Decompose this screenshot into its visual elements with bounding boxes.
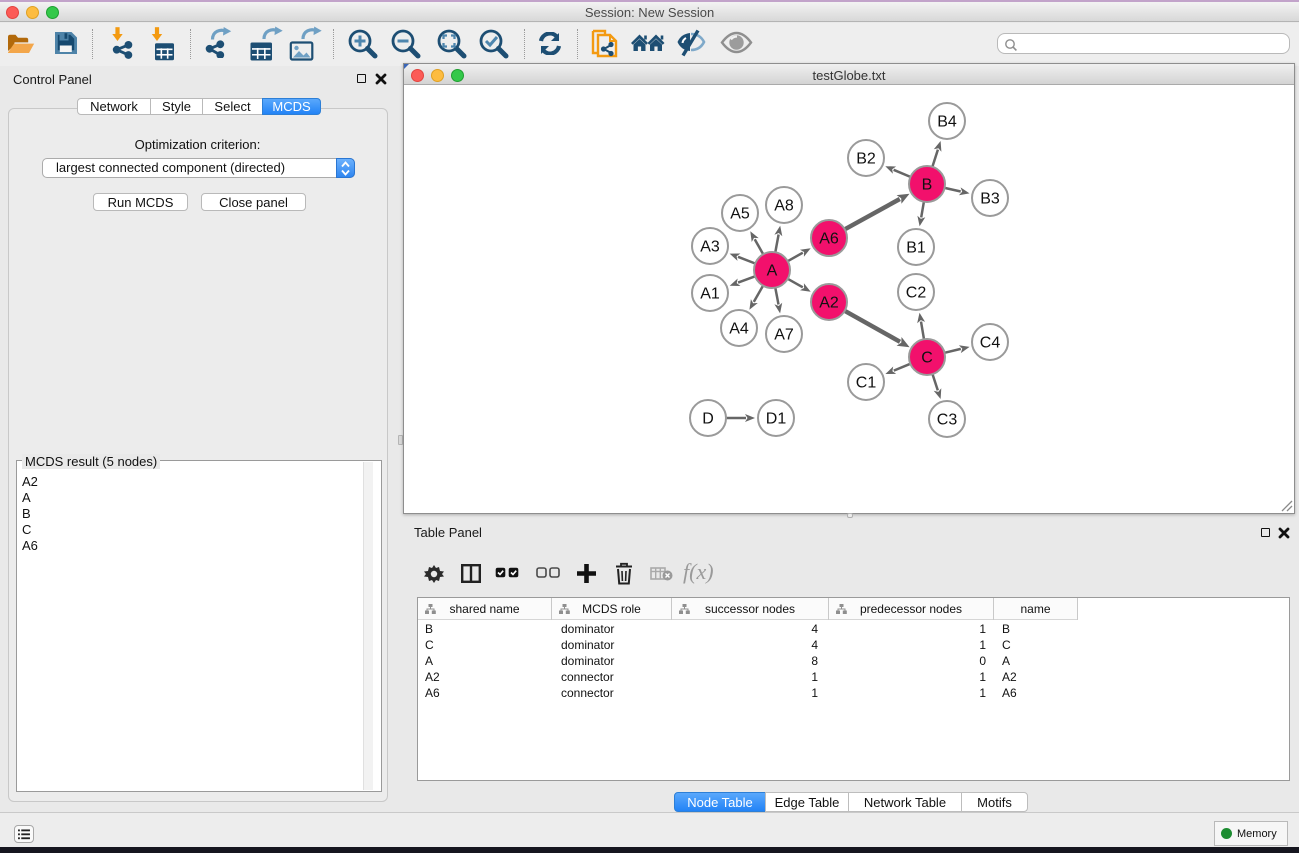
svg-text:C3: C3 bbox=[937, 412, 958, 429]
svg-text:C4: C4 bbox=[980, 335, 1001, 352]
svg-text:C: C bbox=[921, 350, 933, 367]
svg-text:A4: A4 bbox=[729, 321, 749, 338]
svg-text:C1: C1 bbox=[856, 375, 877, 392]
svg-text:A: A bbox=[767, 263, 778, 280]
svg-text:D1: D1 bbox=[766, 411, 787, 428]
svg-text:B4: B4 bbox=[937, 114, 957, 131]
svg-text:B3: B3 bbox=[980, 191, 1000, 208]
svg-text:B2: B2 bbox=[856, 151, 876, 168]
svg-text:A6: A6 bbox=[819, 231, 839, 248]
svg-text:B1: B1 bbox=[906, 240, 926, 257]
svg-text:A2: A2 bbox=[819, 295, 839, 312]
svg-text:A3: A3 bbox=[700, 239, 720, 256]
svg-text:C2: C2 bbox=[906, 285, 927, 302]
svg-text:A7: A7 bbox=[774, 327, 794, 344]
svg-text:D: D bbox=[702, 411, 714, 428]
svg-text:A5: A5 bbox=[730, 206, 750, 223]
svg-text:A1: A1 bbox=[700, 286, 720, 303]
svg-text:B: B bbox=[922, 177, 933, 194]
svg-text:A8: A8 bbox=[774, 198, 794, 215]
